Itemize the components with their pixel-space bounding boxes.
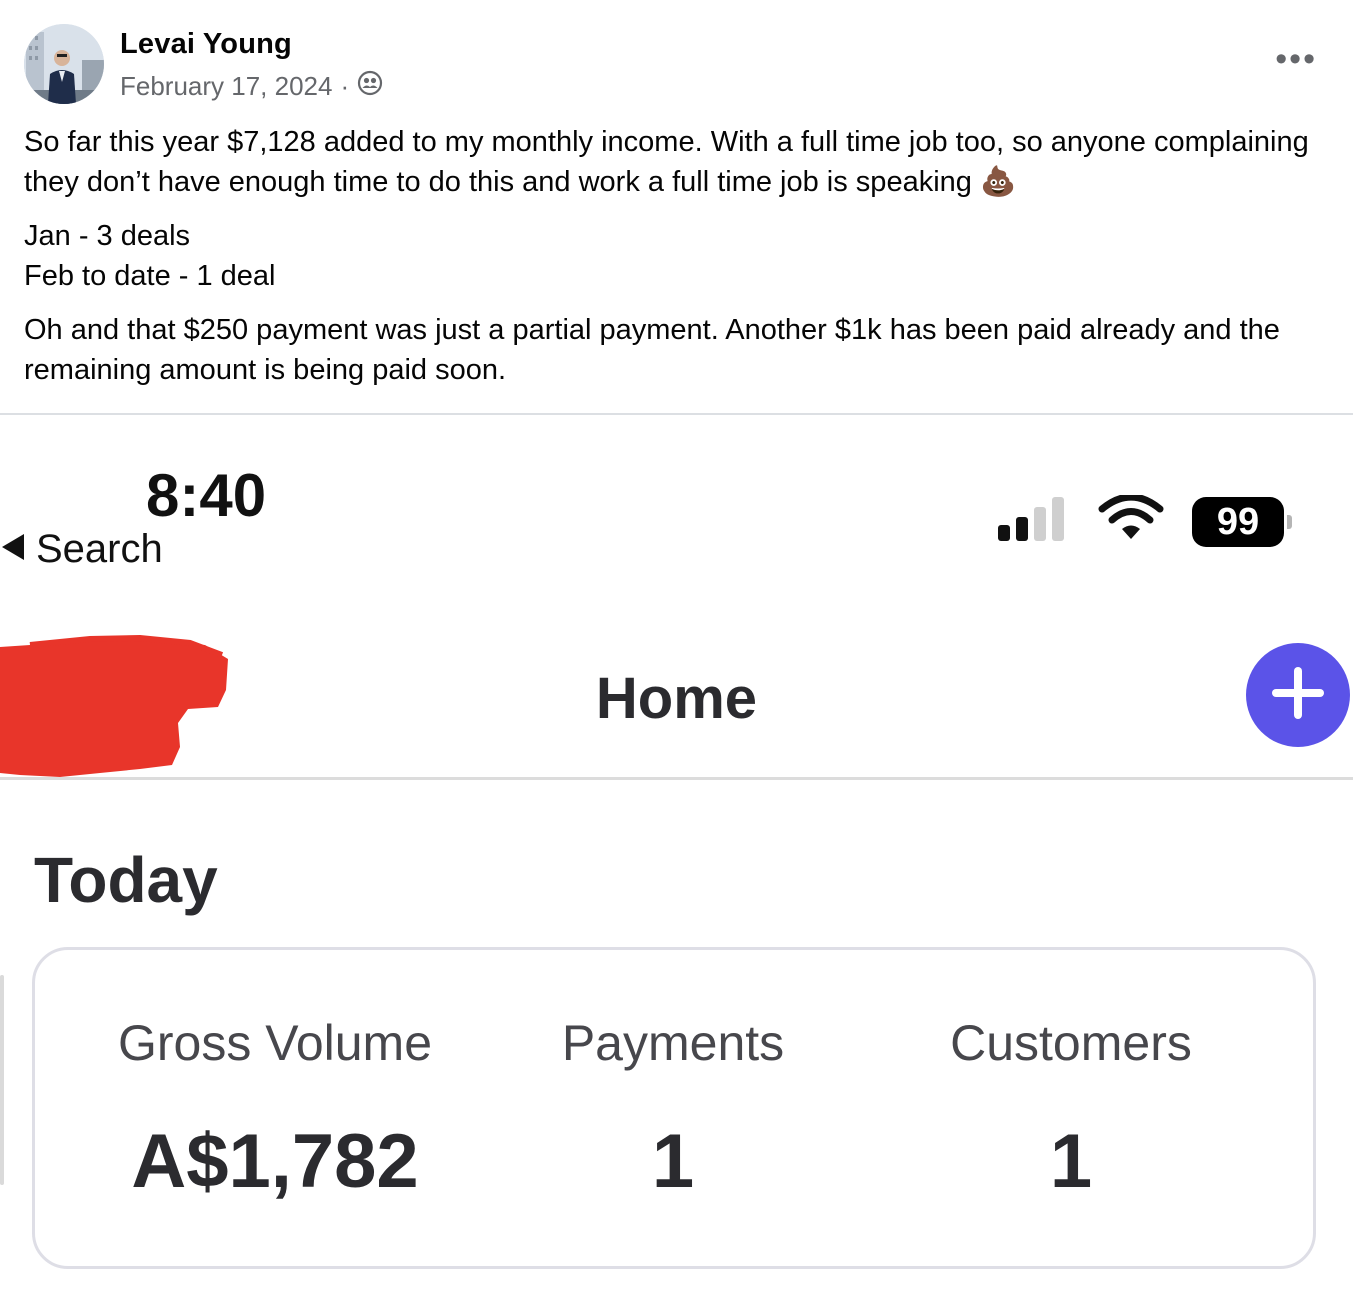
stat-customers[interactable]: Customers 1	[871, 1014, 1271, 1205]
post-line-feb: Feb to date - 1 deal	[24, 260, 276, 292]
battery-indicator: 99	[1192, 497, 1292, 547]
post-meta: February 17, 2024 ·	[120, 70, 383, 103]
nav-title: Home	[595, 666, 758, 731]
author-name[interactable]: Levai Young	[120, 28, 292, 61]
attached-screenshot[interactable]: 8:40 Search 99 Home Today Gross Volume A…	[0, 415, 1353, 1313]
stats-card[interactable]: Gross Volume A$1,782 Payments 1 Customer…	[32, 947, 1316, 1269]
back-label: Search	[36, 527, 163, 571]
section-title: Today	[34, 844, 218, 916]
status-icons: 99	[996, 493, 1292, 550]
status-time: 8:40	[146, 462, 267, 529]
post-line-jan: Jan - 3 deals	[24, 220, 191, 252]
more-options-icon[interactable]: •••	[1275, 40, 1317, 79]
post-date[interactable]: February 17, 2024	[120, 71, 332, 102]
back-triangle-icon	[0, 527, 26, 572]
author-avatar[interactable]	[24, 24, 104, 104]
stat-label: Payments	[561, 1015, 785, 1071]
wifi-icon	[1098, 493, 1164, 550]
post-paragraph: Oh and that $250 payment was just a part…	[24, 314, 1280, 386]
stat-value: 1	[1049, 1119, 1093, 1204]
stat-gross-volume[interactable]: Gross Volume A$1,782	[75, 1014, 475, 1205]
post-body: So far this year $7,128 added to my mont…	[24, 122, 1324, 404]
avatar-photo	[24, 24, 104, 104]
cellular-signal-icon	[996, 495, 1070, 550]
facebook-post: Levai Young February 17, 2024 · ••• So f…	[0, 0, 1353, 414]
nav-divider	[0, 777, 1353, 780]
add-button[interactable]	[1246, 643, 1350, 747]
meta-separator: ·	[340, 71, 350, 101]
stat-value: A$1,782	[131, 1119, 419, 1204]
post-paragraph: So far this year $7,128 added to my mont…	[24, 126, 1309, 198]
back-to-search-button[interactable]: Search	[0, 527, 163, 572]
stat-value: 1	[651, 1119, 695, 1204]
stat-label: Customers	[950, 1015, 1192, 1071]
plus-icon	[1268, 663, 1328, 728]
friends-icon	[357, 70, 383, 103]
stat-payments[interactable]: Payments 1	[473, 1014, 873, 1205]
stat-label: Gross Volume	[117, 1015, 432, 1071]
post-deal-lines: Jan - 3 deals Feb to date - 1 deal	[24, 216, 1324, 296]
left-edge-card	[0, 975, 4, 1185]
